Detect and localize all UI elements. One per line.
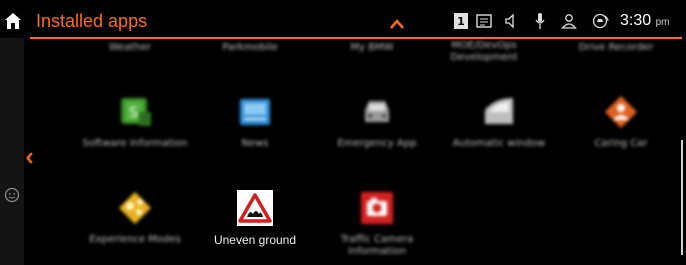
uneven-ground-icon	[235, 188, 275, 228]
app-tile-news[interactable]: News	[190, 92, 320, 150]
app-label[interactable]: Parkmobile	[190, 42, 310, 54]
side-panel[interactable]	[0, 38, 24, 265]
volume-button[interactable]	[502, 10, 520, 32]
app-tile-uneven-ground[interactable]: Uneven ground	[190, 188, 320, 246]
app-label[interactable]: Weather	[70, 42, 190, 54]
split-screen-icon	[476, 14, 492, 28]
home-icon	[5, 13, 21, 29]
title-underline	[30, 37, 682, 39]
chevron-up-icon	[390, 19, 404, 29]
app-label: Experience Modes	[89, 234, 181, 245]
svg-text:S: S	[129, 105, 138, 121]
side-panel-toggle[interactable]	[25, 149, 34, 168]
face-icon	[4, 187, 20, 203]
app-label: Traffic Camera Information	[340, 234, 414, 257]
app-tile-software-information[interactable]: S Software information	[70, 92, 200, 150]
app-label: Automatic window	[452, 138, 546, 149]
app-tile-experience-modes[interactable]: Experience Modes	[70, 188, 200, 246]
caring-car-icon	[601, 92, 641, 132]
person-icon	[561, 14, 577, 29]
chevron-left-icon	[25, 152, 33, 164]
app-label: News	[241, 138, 269, 149]
connectivity-button[interactable]	[592, 10, 610, 32]
clock: 3:30 pm	[620, 12, 670, 29]
connected-car-icon	[592, 13, 609, 29]
app-label: Software information	[82, 138, 188, 149]
page-title: Installed apps	[36, 11, 148, 31]
experience-modes-icon	[115, 188, 155, 228]
software-info-icon: S	[115, 92, 155, 132]
screen-number-badge[interactable]: 1	[454, 10, 468, 32]
split-screen-button[interactable]	[474, 10, 494, 32]
app-label[interactable]: My BMW	[312, 42, 432, 54]
speaker-muted-icon	[505, 13, 514, 29]
microphone-icon	[535, 13, 545, 29]
traffic-camera-icon	[357, 188, 397, 228]
app-label: Caring Car	[594, 138, 648, 149]
app-label: Uneven ground	[213, 233, 297, 247]
home-button[interactable]	[0, 6, 26, 36]
app-tile-traffic-camera-information[interactable]: Traffic Camera Information	[312, 188, 442, 258]
status-bar: Installed apps 1 3:30 pm	[0, 0, 686, 36]
window-icon	[479, 92, 519, 132]
app-label[interactable]: MOE/DevOps Development	[434, 40, 534, 64]
app-label: Emergency App	[337, 138, 417, 149]
app-tile-automatic-window[interactable]: Automatic window	[434, 92, 564, 150]
profile-button[interactable]	[560, 10, 578, 32]
app-tile-caring-car[interactable]: Caring Car	[556, 92, 686, 150]
collapse-button[interactable]	[390, 14, 404, 33]
news-icon	[235, 92, 275, 132]
scrollbar[interactable]	[681, 140, 683, 255]
app-label[interactable]: Drive Recorder	[556, 42, 676, 54]
app-tile-emergency-app[interactable]: Emergency App	[312, 92, 442, 150]
car-app-icon	[357, 92, 397, 132]
voice-control-button[interactable]	[532, 10, 548, 32]
